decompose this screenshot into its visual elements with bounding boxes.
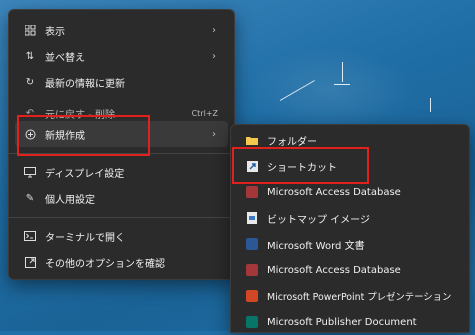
submenu-item-label: Microsoft Publisher Document: [267, 316, 417, 328]
chevron-right-icon: ›: [212, 50, 216, 62]
submenu-item-label: フォルダー: [267, 136, 317, 148]
submenu-item-powerpoint[interactable]: Microsoft PowerPoint プレゼンテーション: [237, 283, 463, 309]
menu-item-label: 新規作成: [45, 130, 85, 142]
menu-item-new[interactable]: 新規作成 ›: [15, 121, 228, 147]
menu-item-sort[interactable]: ⇅ 並べ替え ›: [15, 43, 228, 69]
menu-item-refresh[interactable]: ↻ 最新の情報に更新: [15, 69, 228, 95]
menu-item-label: 個人用設定: [45, 194, 95, 206]
submenu-item-word-document[interactable]: Microsoft Word 文書: [237, 231, 463, 257]
submenu-item-bitmap-image[interactable]: ビットマップ イメージ: [237, 205, 463, 231]
menu-item-label: その他のオプションを確認: [45, 258, 165, 270]
submenu-item-publisher[interactable]: Microsoft Publisher Document: [237, 309, 463, 335]
desktop-context-menu: 表示 › ⇅ 並べ替え › ↻ 最新の情報に更新 ↶ 元に戻す - 削除 Ctr…: [8, 9, 235, 280]
shortcut-icon: [245, 159, 259, 173]
menu-item-label: 表示: [45, 26, 65, 38]
wallpaper-streak: [334, 84, 350, 85]
menu-separator: [9, 153, 234, 154]
wallpaper-streak: [430, 98, 431, 112]
more-options-icon: [23, 255, 37, 269]
word-icon: [245, 237, 259, 251]
publisher-icon: [245, 315, 259, 329]
refresh-icon: ↻: [25, 76, 35, 88]
submenu-item-access-database[interactable]: Microsoft Access Database: [237, 179, 463, 205]
menu-item-label: 最新の情報に更新: [45, 78, 125, 90]
chevron-right-icon: ›: [212, 24, 216, 36]
menu-item-more-options[interactable]: その他のオプションを確認: [15, 249, 228, 275]
shortcut-label: Ctrl+Z: [191, 108, 218, 118]
submenu-item-shortcut[interactable]: ショートカット: [237, 153, 463, 179]
submenu-item-label: Microsoft Access Database: [267, 264, 401, 276]
grid-icon: [23, 23, 37, 37]
submenu-item-label: ビットマップ イメージ: [267, 214, 370, 226]
wallpaper-streak: [279, 80, 315, 101]
access-icon: [245, 263, 259, 277]
new-submenu: フォルダー ショートカット Microsoft Access Database …: [230, 124, 470, 333]
folder-icon: [245, 133, 259, 147]
terminal-icon: [23, 229, 37, 243]
menu-item-label: ターミナルで開く: [45, 232, 125, 244]
menu-item-label: ディスプレイ設定: [45, 168, 125, 180]
powerpoint-icon: [245, 289, 259, 303]
submenu-item-label: Microsoft Access Database: [267, 186, 401, 198]
submenu-item-folder[interactable]: フォルダー: [237, 127, 463, 153]
brush-icon: ✎: [25, 192, 35, 204]
undo-icon: ↶: [25, 107, 35, 119]
chevron-right-icon: ›: [212, 128, 216, 140]
menu-item-display-settings[interactable]: ディスプレイ設定: [15, 159, 228, 185]
menu-item-view[interactable]: 表示 ›: [15, 17, 228, 43]
menu-item-personalize[interactable]: ✎ 個人用設定: [15, 185, 228, 211]
menu-item-label: 元に戻す - 削除: [45, 109, 115, 121]
menu-item-label: 並べ替え: [45, 52, 85, 64]
menu-item-open-terminal[interactable]: ターミナルで開く: [15, 223, 228, 249]
menu-separator: [9, 217, 234, 218]
submenu-item-label: ショートカット: [267, 162, 337, 174]
new-icon: [23, 127, 37, 141]
display-icon: [23, 165, 37, 179]
access-icon: [245, 185, 259, 199]
submenu-item-label: Microsoft Word 文書: [267, 240, 365, 252]
submenu-item-access-database-2[interactable]: Microsoft Access Database: [237, 257, 463, 283]
bitmap-icon: [245, 211, 259, 225]
submenu-item-label: Microsoft PowerPoint プレゼンテーション: [267, 292, 452, 303]
sort-icon: ⇅: [25, 50, 35, 62]
wallpaper-streak: [342, 62, 343, 82]
